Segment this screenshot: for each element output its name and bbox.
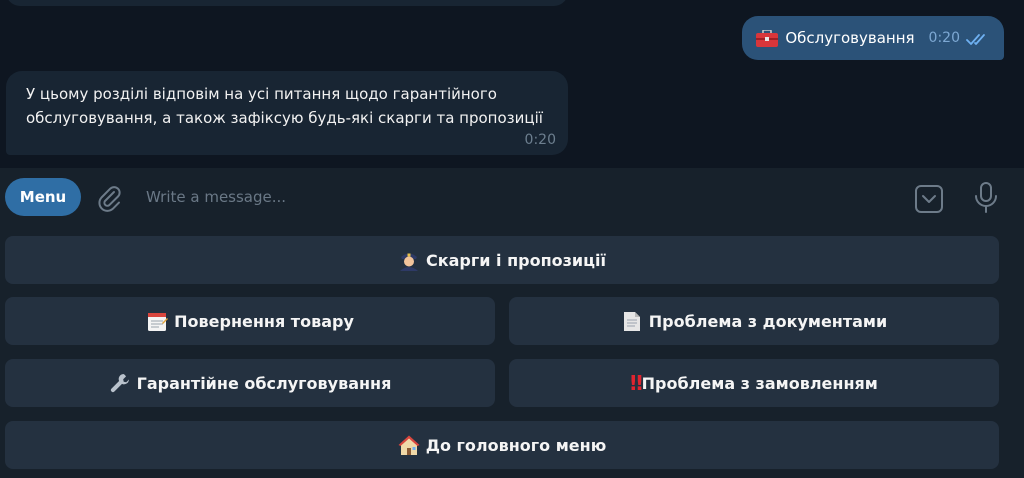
double-exclamation-icon: ‼ — [630, 371, 642, 395]
incoming-message-text: У цьому розділі відповім на усі питання … — [26, 85, 543, 127]
complaints-button-label: Скарги і пропозиції — [426, 250, 606, 270]
warranty-service-button-label: Гарантійне обслуговування — [136, 373, 392, 393]
read-double-check-icon — [966, 31, 990, 45]
house-icon — [398, 434, 420, 456]
notepad-icon — [146, 310, 169, 332]
documents-problem-button-label: Проблема з документами — [648, 311, 888, 331]
toolbox-icon — [756, 28, 779, 47]
return-goods-button-label: Повернення товару — [174, 311, 354, 331]
previous-message-bubble — [6, 0, 568, 6]
incoming-message: У цьому розділі відповім на усі питання … — [6, 71, 568, 155]
paperclip-icon[interactable] — [94, 183, 124, 213]
complaints-button[interactable]: Скарги і пропозиції — [5, 236, 999, 284]
main-menu-button[interactable]: До головного меню — [5, 421, 999, 469]
page-facing-up-icon — [621, 310, 643, 332]
order-problem-button[interactable]: ‼ Проблема з замовленням — [509, 359, 999, 407]
wrench-icon — [109, 372, 131, 394]
microphone-icon[interactable] — [972, 181, 1000, 215]
bot-reply-keyboard: Скарги і пропозиції Повернення товару Пр… — [0, 228, 1024, 478]
outgoing-message-text: Обслуговування — [785, 29, 915, 47]
chat-history: Обслуговування 0:20 У цьому розділі відп… — [0, 0, 1024, 168]
outgoing-message-time: 0:20 — [928, 30, 960, 46]
message-input-bar: Menu — [0, 168, 1024, 228]
menu-button[interactable]: Menu — [5, 178, 81, 216]
message-input[interactable] — [140, 182, 892, 212]
order-problem-button-label: Проблема з замовленням — [641, 373, 878, 393]
incoming-message-time: 0:20 — [524, 132, 556, 148]
outgoing-message: Обслуговування 0:20 — [742, 16, 1004, 60]
bot-keyboard-toggle-icon[interactable] — [913, 183, 945, 215]
return-goods-button[interactable]: Повернення товару — [5, 297, 495, 345]
warranty-service-button[interactable]: Гарантійне обслуговування — [5, 359, 495, 407]
documents-problem-button[interactable]: Проблема з документами — [509, 297, 999, 345]
main-menu-button-label: До головного меню — [425, 435, 607, 455]
police-officer-icon — [398, 249, 420, 271]
